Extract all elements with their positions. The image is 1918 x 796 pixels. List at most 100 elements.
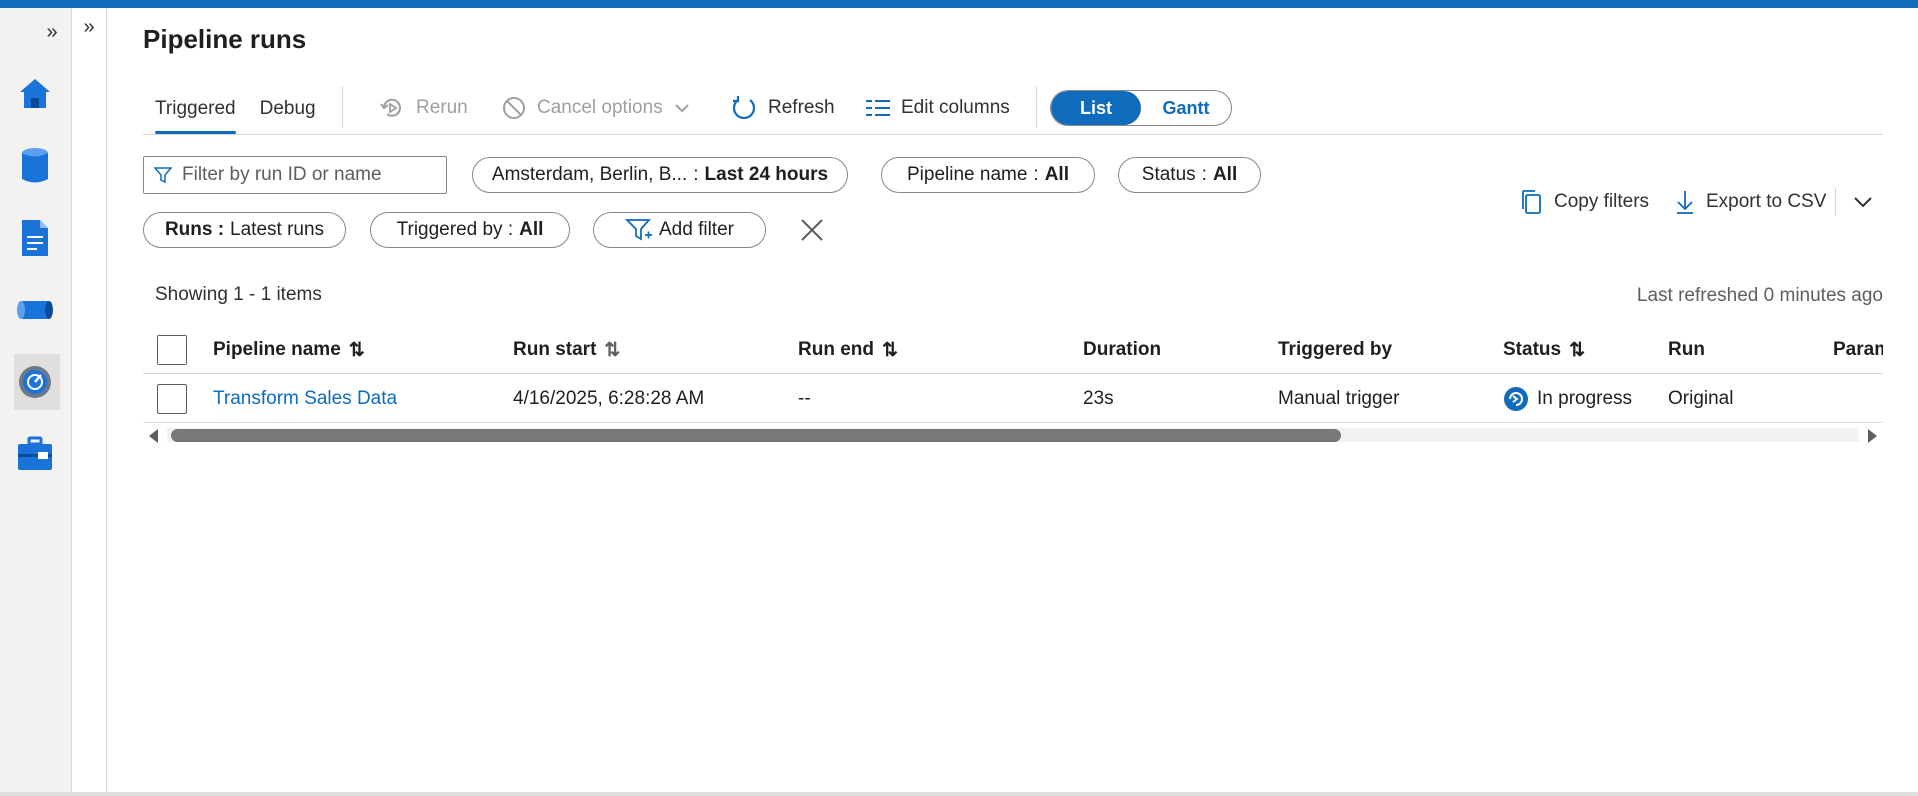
view-gantt-option[interactable]: Gantt bbox=[1141, 91, 1231, 125]
nav-data[interactable] bbox=[10, 138, 60, 194]
timezone-label: Amsterdam, Berlin, B... bbox=[491, 164, 688, 185]
nav-monitor[interactable] bbox=[10, 354, 60, 410]
cancel-options-button[interactable]: Cancel options bbox=[501, 88, 691, 128]
toolbar-divider bbox=[342, 86, 343, 128]
run-type-tabs: Triggered Debug bbox=[143, 86, 328, 136]
runs-filter-label: Runs : bbox=[164, 219, 225, 240]
columns-icon bbox=[866, 100, 890, 116]
run-start-cell: 4/16/2025, 6:28:28 AM bbox=[513, 388, 705, 409]
database-icon bbox=[22, 148, 48, 183]
runs-filter-value: Latest runs bbox=[230, 219, 325, 240]
nav-manage[interactable] bbox=[10, 426, 60, 482]
toolbox-icon bbox=[18, 436, 52, 470]
column-label: Run end bbox=[798, 339, 874, 360]
timerange-filter-pill[interactable]: Amsterdam, Berlin, B... : Last 24 hours bbox=[472, 157, 848, 193]
expand-panel-icon[interactable]: » bbox=[76, 14, 102, 40]
rerun-button[interactable]: Rerun bbox=[378, 88, 468, 128]
copy-filters-label: Copy filters bbox=[1554, 191, 1650, 212]
refresh-label: Refresh bbox=[768, 97, 835, 118]
chevron-down-icon bbox=[1854, 197, 1872, 208]
status-filter-label: Status bbox=[1141, 164, 1196, 185]
rerun-icon bbox=[380, 98, 401, 117]
nav-home[interactable] bbox=[10, 66, 60, 122]
toolbar-divider-line bbox=[143, 134, 1883, 135]
more-actions-button[interactable] bbox=[1851, 190, 1875, 214]
add-filter-icon bbox=[625, 219, 652, 241]
rerun-label: Rerun bbox=[416, 97, 468, 118]
sort-icon[interactable]: ⇅ bbox=[604, 339, 620, 362]
add-filter-label: Add filter bbox=[659, 219, 734, 240]
horizontal-scrollbar[interactable] bbox=[143, 422, 1883, 446]
cancel-options-label: Cancel options bbox=[537, 97, 663, 118]
toolbar-divider-2 bbox=[1036, 86, 1037, 128]
column-label: Status bbox=[1503, 339, 1562, 360]
scroll-right-icon[interactable] bbox=[1868, 429, 1877, 443]
column-header-run-end[interactable]: Run end ⇅ bbox=[798, 326, 898, 374]
sort-icon[interactable]: ⇅ bbox=[349, 339, 365, 362]
clear-filters-button[interactable] bbox=[798, 216, 826, 244]
edit-columns-button[interactable]: Edit columns bbox=[865, 88, 1010, 128]
column-header-run[interactable]: Run bbox=[1668, 326, 1705, 374]
document-icon bbox=[22, 220, 48, 256]
checkbox-box bbox=[157, 384, 187, 414]
status-filter-pill[interactable]: Status : All bbox=[1118, 157, 1261, 193]
runs-filter-pill[interactable]: Runs : Latest runs bbox=[143, 212, 346, 248]
actions-divider bbox=[1835, 188, 1836, 216]
triggered-by-filter-value: All bbox=[519, 219, 544, 240]
cancel-icon bbox=[503, 97, 525, 119]
column-header-duration[interactable]: Duration bbox=[1083, 326, 1161, 374]
triggered-by-filter-pill[interactable]: Triggered by : All bbox=[370, 212, 570, 248]
scroll-left-icon[interactable] bbox=[149, 429, 158, 443]
table-row[interactable]: Transform Sales Data 4/16/2025, 6:28:28 … bbox=[143, 375, 1883, 423]
view-toggle: List Gantt bbox=[1050, 90, 1232, 126]
page-title: Pipeline runs bbox=[143, 24, 307, 54]
run-filter-input[interactable] bbox=[143, 156, 447, 194]
column-header-triggered-by[interactable]: Triggered by bbox=[1278, 326, 1392, 374]
monitor-gauge-icon bbox=[19, 366, 51, 398]
download-icon bbox=[1677, 191, 1693, 214]
nav-author[interactable] bbox=[10, 210, 60, 266]
scrollbar-thumb[interactable] bbox=[171, 429, 1341, 442]
pipeline-icon bbox=[17, 301, 53, 319]
sub-nav-rail: » bbox=[72, 8, 107, 796]
pipeline-name-filter-pill[interactable]: Pipeline name : All bbox=[881, 157, 1095, 193]
pipeline-name-separator: : bbox=[1033, 164, 1039, 185]
export-csv-button[interactable]: Export to CSV bbox=[1674, 184, 1826, 220]
in-progress-icon bbox=[1504, 387, 1528, 411]
triggered-by-filter-label: Triggered by : bbox=[396, 219, 514, 240]
items-count: Showing 1 - 1 items bbox=[155, 284, 322, 305]
run-cell: Original bbox=[1668, 388, 1734, 409]
timerange-separator: : bbox=[693, 164, 699, 185]
status-text: In progress bbox=[1537, 388, 1633, 409]
column-label: Param bbox=[1833, 339, 1883, 360]
runs-grid-header: Pipeline name ⇅ Run start ⇅ Run end ⇅ Du… bbox=[143, 326, 1883, 374]
column-header-pipeline-name[interactable]: Pipeline name ⇅ bbox=[213, 326, 365, 374]
copy-icon bbox=[1522, 190, 1541, 214]
sort-icon[interactable]: ⇅ bbox=[1569, 339, 1585, 362]
double-chevron-right-icon[interactable]: » bbox=[40, 20, 64, 44]
select-all-checkbox[interactable] bbox=[157, 326, 187, 374]
column-label: Run start bbox=[513, 339, 597, 360]
pipeline-name-filter-value: All bbox=[1044, 164, 1069, 185]
close-icon bbox=[801, 219, 823, 241]
column-header-parameters[interactable]: Param bbox=[1833, 326, 1883, 374]
refresh-button[interactable]: Refresh bbox=[730, 88, 835, 128]
copy-filters-button[interactable]: Copy filters bbox=[1520, 184, 1649, 220]
filter-icon bbox=[154, 167, 172, 184]
sort-icon[interactable]: ⇅ bbox=[882, 339, 898, 362]
column-header-run-start[interactable]: Run start ⇅ bbox=[513, 326, 620, 374]
pipeline-name-link[interactable]: Transform Sales Data bbox=[213, 375, 397, 423]
run-end-cell: -- bbox=[798, 388, 811, 409]
run-filter-field[interactable] bbox=[182, 164, 432, 186]
top-accent-bar bbox=[0, 0, 1918, 8]
export-csv-label: Export to CSV bbox=[1706, 191, 1827, 212]
tab-triggered[interactable]: Triggered bbox=[143, 86, 248, 134]
tab-debug[interactable]: Debug bbox=[248, 86, 328, 134]
nav-pipeline[interactable] bbox=[10, 282, 60, 338]
column-header-status[interactable]: Status ⇅ bbox=[1503, 326, 1585, 374]
edit-columns-label: Edit columns bbox=[901, 97, 1010, 118]
row-select-checkbox[interactable] bbox=[157, 375, 187, 423]
view-list-option[interactable]: List bbox=[1051, 91, 1141, 125]
add-filter-button[interactable]: Add filter bbox=[593, 212, 766, 248]
checkbox-box bbox=[157, 335, 187, 365]
